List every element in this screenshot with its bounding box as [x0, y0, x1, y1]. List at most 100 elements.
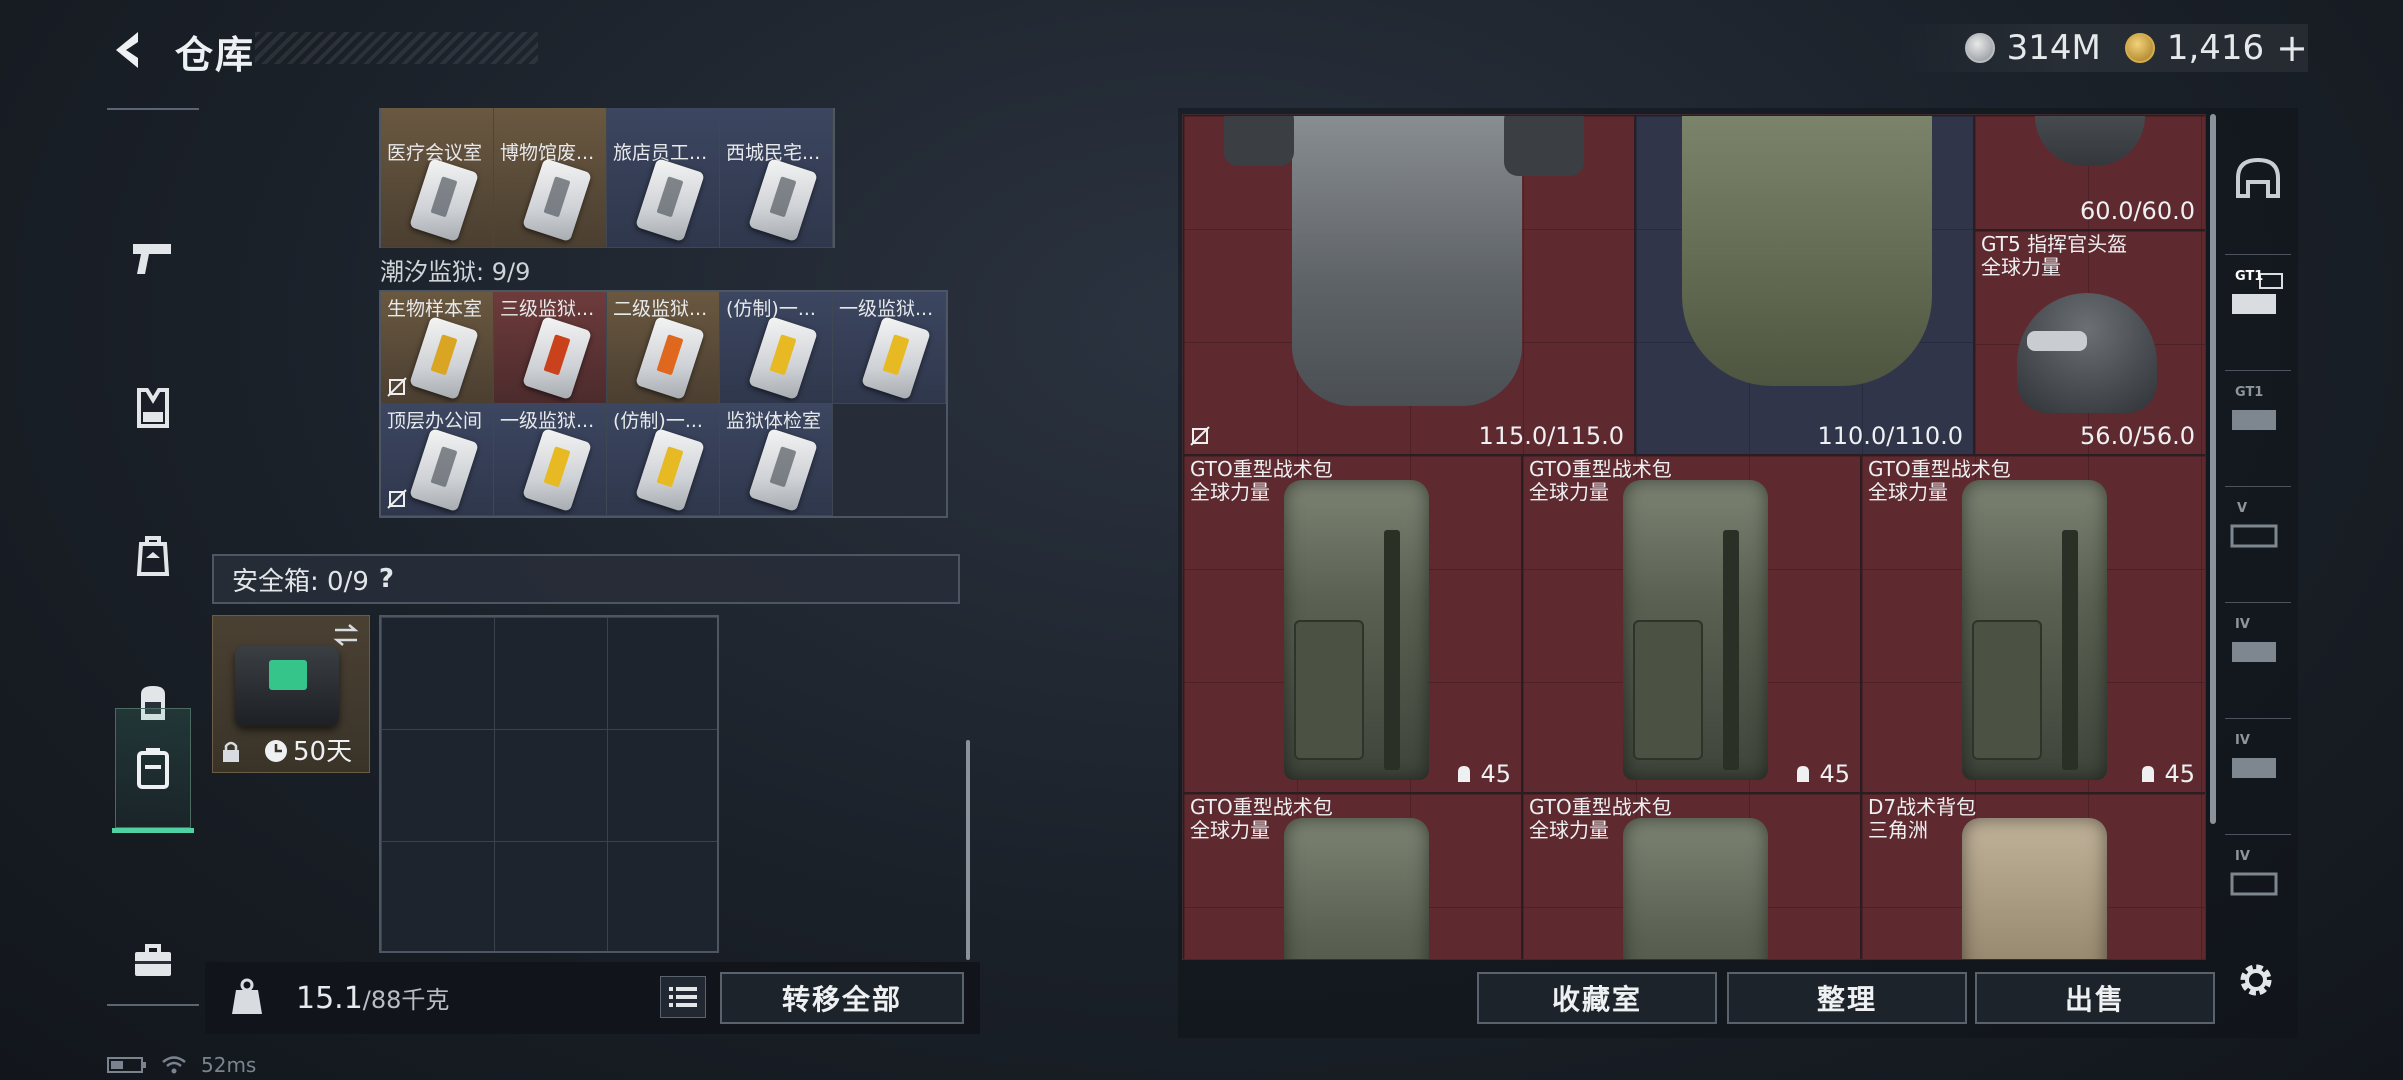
list-icon — [669, 987, 697, 1007]
silver-amount: 314M — [2006, 28, 2101, 68]
safebox-icon — [137, 748, 169, 789]
keycard-slot[interactable]: 一级监狱... — [494, 404, 607, 516]
capacity-value: 45 — [2164, 760, 2195, 788]
keycard-slot[interactable]: 三级监狱... — [494, 292, 607, 404]
item-faction: 全球力量 — [1190, 818, 1270, 842]
keycard-image — [748, 316, 818, 400]
status-bar: 52ms — [107, 1052, 256, 1078]
item-name: D7战术背包 三角洲 — [1868, 796, 1976, 842]
keycard-slot[interactable]: 博物馆废... — [494, 108, 607, 248]
left-scrollbar[interactable] — [966, 740, 970, 960]
keycard-slot[interactable]: 西城民宅... — [720, 108, 833, 248]
tab-label: IV — [2235, 617, 2250, 632]
keycard-image — [748, 428, 818, 512]
item-slot-backpack[interactable]: GTO重型战术包 全球力量 45 — [1861, 455, 2205, 793]
keycard-slot[interactable]: (仿制)一... — [720, 292, 833, 404]
sort-button[interactable]: 整理 — [1727, 972, 1967, 1024]
item-slot-backpack[interactable]: D7战术背包 三角洲 — [1861, 793, 2205, 959]
item-slot-backpack[interactable]: GTO重型战术包 全球力量 45 — [1183, 455, 1522, 793]
nav-item-armor[interactable] — [115, 370, 191, 446]
item-slot-backpack[interactable]: GTO重型战术包 全球力量 45 — [1522, 455, 1861, 793]
pistol-icon — [133, 244, 171, 274]
keycard-slot[interactable]: 二级监狱... — [607, 292, 720, 404]
keycard-name: 三级监狱... — [500, 298, 595, 320]
keycard-name: 一级监狱... — [839, 298, 934, 320]
keycard-slot[interactable]: (仿制)一... — [607, 404, 720, 516]
tab-label: GT1 — [2235, 385, 2264, 400]
weight-max: /88千克 — [362, 986, 450, 1014]
help-icon[interactable]: ? — [379, 564, 394, 594]
nav-item-toolbox[interactable] — [115, 922, 191, 998]
item-title: GTO重型战术包 — [1868, 457, 2011, 481]
tab-storage-iv-c[interactable]: IV — [2225, 834, 2291, 914]
swap-icon[interactable] — [331, 622, 361, 648]
no-trade-icon — [387, 489, 407, 509]
weight-icon — [222, 972, 272, 1022]
transfer-all-button[interactable]: 转移全部 — [720, 972, 964, 1024]
tab-storage-gt1-a[interactable]: GT1 — [2225, 254, 2291, 334]
chest-rig-icon — [136, 536, 170, 576]
keycard-slot[interactable]: 旅店员工... — [607, 108, 720, 248]
safebox-item[interactable]: 50天 — [212, 615, 370, 773]
clock-icon — [265, 740, 287, 762]
capacity-value: 45 — [1819, 760, 1850, 788]
keycard-image — [522, 316, 592, 400]
tab-label: IV — [2235, 849, 2250, 864]
gold-coin-icon — [2124, 33, 2155, 63]
keycard-name: (仿制)一... — [613, 410, 703, 432]
tab-storage-iv-b[interactable]: IV — [2225, 718, 2291, 798]
item-faction: 全球力量 — [1868, 480, 1948, 504]
tab-storage-iv-a[interactable]: IV — [2225, 602, 2291, 682]
storage-grid[interactable]: 115.0/115.0 110.0/110.0 60.0/60.0 GT5 指挥… — [1182, 114, 2206, 960]
keycard-slot[interactable]: 监狱体检室 — [720, 404, 833, 516]
keycard-slot[interactable]: 医疗会议室 — [381, 108, 494, 248]
tab-storage-gt1-b[interactable]: GT1 — [2225, 370, 2291, 450]
tab-label: V — [2237, 501, 2248, 516]
item-title: GT5 指挥官头盔 — [1981, 232, 2128, 256]
keycard-image — [635, 158, 705, 242]
backpack-image — [1623, 480, 1768, 780]
item-slot-vest[interactable]: 115.0/115.0 — [1183, 115, 1635, 455]
list-view-button[interactable] — [660, 976, 706, 1018]
item-slot-helmet[interactable]: 60.0/60.0 — [1974, 115, 2205, 230]
tab-storage-v[interactable]: V — [2225, 486, 2291, 566]
plus-icon[interactable]: + — [2276, 26, 2308, 70]
backpack-image — [1284, 818, 1429, 959]
nav-item-chest-rig[interactable] — [115, 518, 191, 594]
backpack-image — [1284, 480, 1429, 780]
category-nav — [107, 108, 199, 1008]
keycard-slot[interactable]: 生物样本室 — [381, 292, 494, 404]
nav-divider — [107, 1004, 199, 1006]
section-label-prison: 潮汐监狱: 9/9 — [380, 258, 531, 286]
item-faction: 全球力量 — [1981, 255, 2061, 279]
item-slot-vest[interactable]: 110.0/110.0 — [1635, 115, 1974, 455]
item-capacity: 45 — [2138, 760, 2195, 788]
safebox-label: 安全箱: 0/9 — [232, 566, 369, 597]
back-button[interactable] — [100, 22, 160, 78]
backpack-image — [1623, 818, 1768, 959]
vest-strap — [1504, 116, 1584, 176]
sell-button[interactable]: 出售 — [1975, 972, 2215, 1024]
keycard-name: (仿制)一... — [726, 298, 816, 320]
vest-image — [1292, 116, 1522, 406]
item-slot-backpack[interactable]: GTO重型战术包 全球力量 — [1522, 793, 1861, 959]
item-slot-helmet[interactable]: GT5 指挥官头盔 全球力量 56.0/56.0 — [1974, 230, 2205, 455]
settings-button[interactable] — [2228, 952, 2284, 1008]
keycard-image — [409, 316, 479, 400]
keycard-image — [409, 158, 479, 242]
silver-coin-icon — [1964, 33, 1995, 63]
currency-display[interactable]: 314M 1,416 + — [1894, 24, 2308, 72]
safebox-slots[interactable] — [379, 615, 719, 953]
keycard-image — [522, 158, 592, 242]
keycard-slot[interactable]: 一级监狱... — [833, 292, 946, 404]
nav-item-weapons[interactable] — [115, 220, 191, 296]
item-slot-backpack[interactable]: GTO重型战术包 全球力量 — [1183, 793, 1522, 959]
item-title: GTO重型战术包 — [1529, 457, 1672, 481]
tab-helmet[interactable] — [2225, 138, 2291, 218]
no-trade-icon — [1190, 426, 1210, 446]
nav-item-safebox[interactable] — [112, 708, 194, 833]
collection-room-button[interactable]: 收藏室 — [1477, 972, 1717, 1024]
keycard-slot[interactable]: 顶层办公间 — [381, 404, 494, 516]
helmet-image — [2035, 116, 2145, 166]
nav-divider — [107, 108, 199, 110]
